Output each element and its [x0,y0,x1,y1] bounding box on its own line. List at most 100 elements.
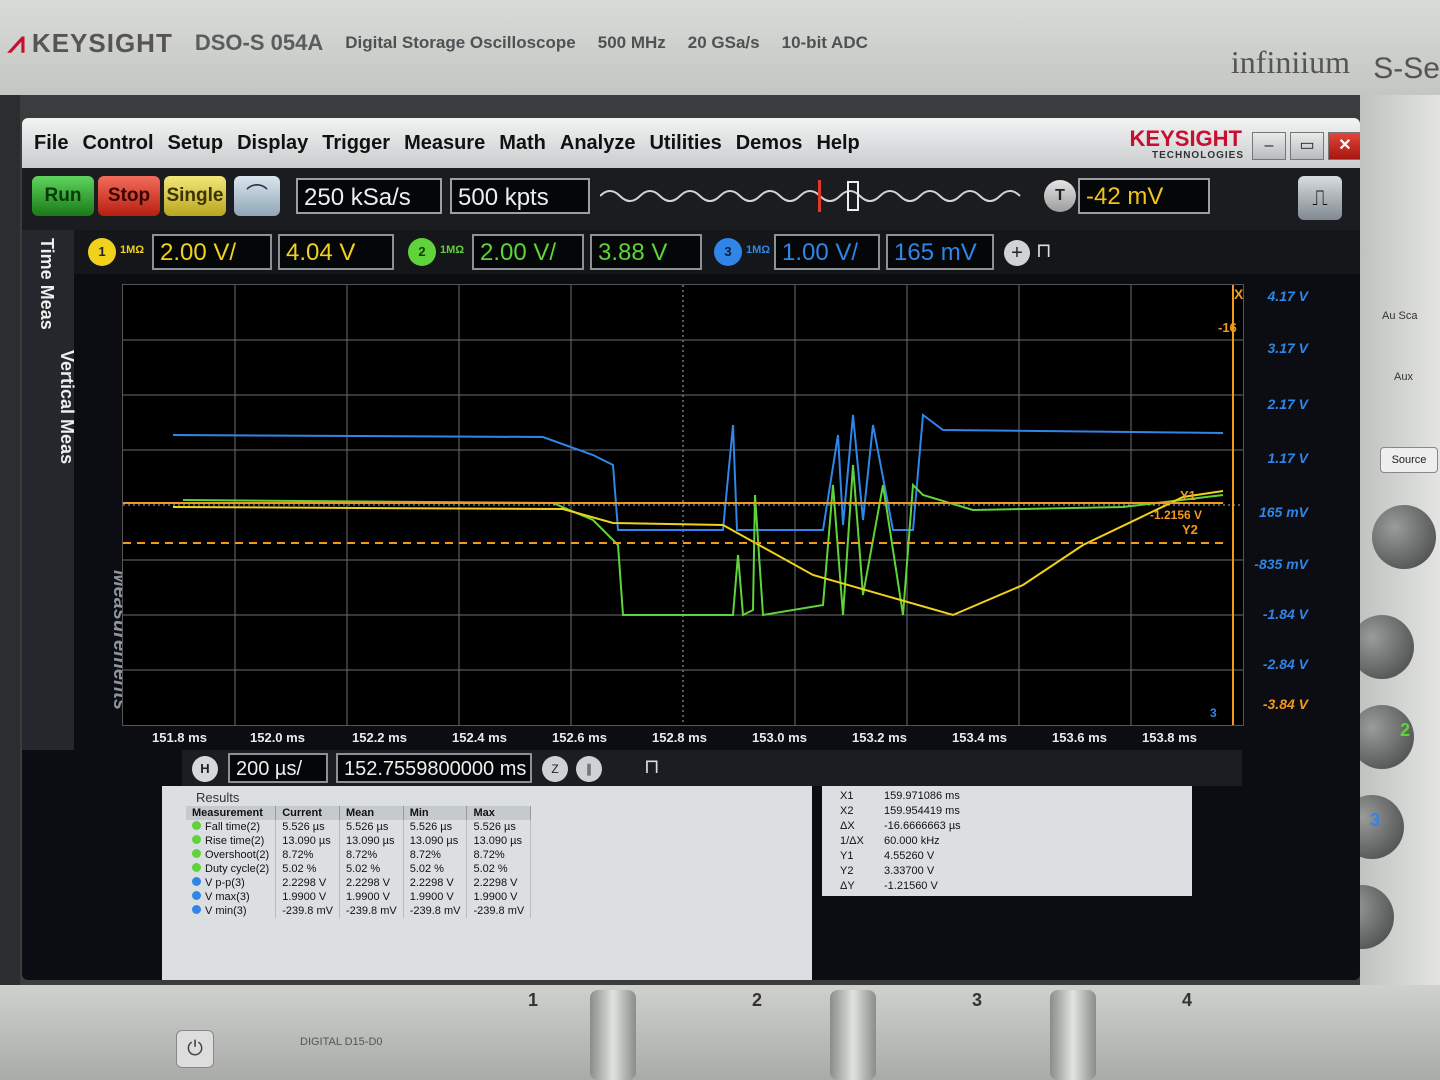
tab-time-meas[interactable]: Time Meas [36,238,57,330]
menu-display[interactable]: Display [237,132,308,155]
marker-value: 159.971086 ms [884,790,960,802]
overview-window[interactable] [847,181,859,211]
meas-mean: 8.72% [339,848,404,862]
pin-icon[interactable]: ⊓ [644,754,660,779]
zoom-button[interactable]: Z [542,756,568,782]
sample-rate-field[interactable]: 250 kSa/s [296,178,442,214]
menu-control[interactable]: Control [82,132,153,155]
meas-name: Overshoot(2) [205,849,270,861]
marker-key: 1/ΔX [840,835,864,847]
meas-name: Rise time(2) [205,835,265,847]
marker-row: 1/ΔX 60.000 kHz [840,835,940,847]
trigger-icon[interactable]: T [1044,180,1076,212]
acquisition-stop-button[interactable]: ∥ [576,756,602,782]
ch1-badge[interactable]: 1 [88,238,116,266]
close-button[interactable]: ✕ [1328,132,1360,160]
trigger-mode-button[interactable]: ⎍ [1298,176,1342,220]
ch2-scale-field[interactable]: 2.00 V/ [472,234,584,270]
time-scale-field[interactable]: 200 µs/ [228,753,328,783]
time-label: 153.6 ms [1052,730,1107,745]
table-row[interactable]: Rise time(2) 13.090 µs 13.090 µs 13.090 µs 1… [186,834,532,848]
bandwidth-spec: 500 MHz [597,33,666,52]
sample-rate-spec: 20 GSa/s [687,33,760,52]
ch1-scale-field[interactable]: 2.00 V/ [152,234,272,270]
menu-utilities[interactable]: Utilities [649,132,721,155]
menu-math[interactable]: Math [499,132,546,155]
time-label: 151.8 ms [152,730,207,745]
ch2-offset-field[interactable]: 3.88 V [590,234,702,270]
ch1-trace [172,490,1224,617]
memory-depth-field[interactable]: 500 kpts [450,178,590,214]
autoscale-button[interactable]: ⌒ [234,176,280,216]
menu-measure[interactable]: Measure [404,132,485,155]
meas-min: 1.9900 V [403,890,468,904]
overview-trigger-marker [818,180,821,212]
ch2-badge[interactable]: 2 [408,238,436,266]
stop-button[interactable]: Stop [98,176,160,216]
instrument-bezel-top: ⩘ KEYSIGHT DSO-S 054A Digital Storage Osc… [0,0,1440,95]
table-row[interactable]: V p-p(3) 2.2298 V 2.2298 V 2.2298 V 2.2298 V [186,876,532,890]
ch4-input-label: 4 [1182,990,1193,1010]
marker-value: 4.55260 V [884,850,935,862]
results-panel: Results Measurement Current Mean Min Max… [162,786,812,980]
col-measurement: Measurement [186,806,277,820]
menu-demos[interactable]: Demos [736,132,803,155]
vlabel: 165 mV [1258,504,1308,520]
meas-max: 5.02 % [466,862,532,876]
col-max: Max [466,806,532,820]
time-label: 152.2 ms [352,730,407,745]
maximize-button[interactable]: ▭ [1290,132,1324,160]
ch3-trace [172,413,1224,531]
ch3-badge[interactable]: 3 [714,238,742,266]
run-button[interactable]: Run [32,176,94,216]
menu-analyze[interactable]: Analyze [560,132,636,155]
meas-max: 5.526 µs [466,820,532,834]
results-header: Measurement Current Mean Min Max [186,806,532,820]
source-button[interactable]: Source [1380,447,1438,473]
marker-row: Y2 3.33700 V [840,865,934,877]
marker-row: X2 159.954419 ms [840,805,960,817]
table-row[interactable]: Overshoot(2) 8.72% 8.72% 8.72% 8.72% [186,848,532,862]
tab-vertical-meas[interactable]: Vertical Meas [56,350,77,464]
meas-mean: 13.090 µs [339,834,404,848]
vlabel: -835 mV [1254,556,1308,572]
table-row[interactable]: Fall time(2) 5.526 µs 5.526 µs 5.526 µs 5.52… [186,820,532,834]
brand-row: ⩘ KEYSIGHT DSO-S 054A Digital Storage Osc… [0,18,1440,68]
trigger-level-field[interactable]: -42 mV [1078,178,1210,214]
table-row[interactable]: V max(3) 1.9900 V 1.9900 V 1.9900 V 1.9900 V [186,890,532,904]
waveform-display[interactable] [122,284,1244,726]
product-line: infiniium [1230,44,1350,80]
ch1-offset-field[interactable]: 4.04 V [278,234,394,270]
screen-keysight-sub: TECHNOLOGIES [1151,150,1244,161]
menu-file[interactable]: File [34,132,68,155]
add-channel-button[interactable]: + [1004,240,1030,266]
results-title: Results [196,790,240,805]
pause-icon: ∥ [586,762,592,776]
time-position-field[interactable]: 152.7559800000 ms [336,753,532,783]
ch3-dot-icon [192,905,201,914]
ch2-dot-icon [192,821,201,830]
maximize-icon: ▭ [1299,137,1315,154]
oscilloscope-screen: File Control Setup Display Trigger Measu… [22,118,1360,980]
ch3-offset-field[interactable]: 165 mV [886,234,994,270]
meas-current: 13.090 µs [275,834,340,848]
meas-name: Duty cycle(2) [205,863,270,875]
meas-max: 8.72% [466,848,532,862]
horizontal-button[interactable]: H [192,756,218,782]
minimize-button[interactable]: – [1252,132,1286,160]
vlabel: -1.84 V [1262,606,1308,622]
menu-help[interactable]: Help [816,132,859,155]
position-knob[interactable] [1372,505,1436,569]
menu-trigger[interactable]: Trigger [322,132,390,155]
table-row[interactable]: V min(3) -239.8 mV -239.8 mV -239.8 mV -239.… [186,904,532,918]
power-button[interactable]: ⏻ [176,1030,214,1068]
single-button[interactable]: Single [164,176,226,216]
brand-name: KEYSIGHT [31,27,173,58]
time-label: 153.0 ms [752,730,807,745]
menu-setup[interactable]: Setup [168,132,224,155]
table-row[interactable]: Duty cycle(2) 5.02 % 5.02 % 5.02 % 5.02 % [186,862,532,876]
waveform-overview[interactable] [600,178,1030,214]
ch3-scale-field[interactable]: 1.00 V/ [774,234,880,270]
pin-icon[interactable]: ⊓ [1036,238,1052,263]
power-icon: ⏻ [187,1038,203,1060]
